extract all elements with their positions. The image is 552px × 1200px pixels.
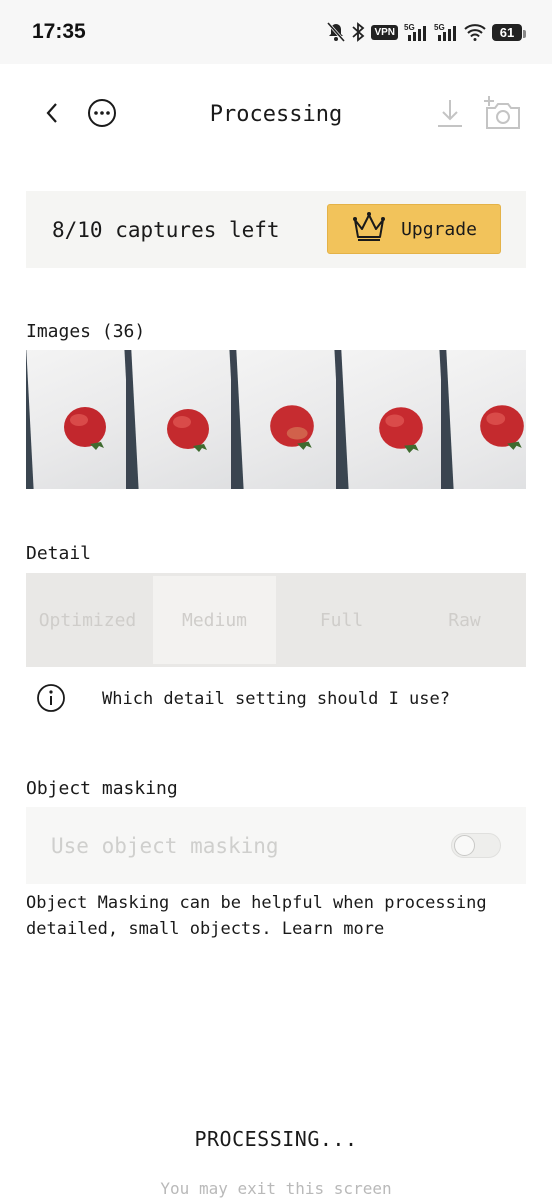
images-section-label: Images (36) xyxy=(26,321,146,342)
battery-icon: 61 xyxy=(492,23,526,41)
image-thumbnail[interactable] xyxy=(446,350,526,489)
add-capture-button[interactable] xyxy=(478,92,526,136)
object-masking-toggle[interactable] xyxy=(451,833,501,858)
detail-option-optimized[interactable]: Optimized xyxy=(26,576,149,664)
status-icons: VPN 5G 5G 61 xyxy=(327,22,526,42)
status-bar: 17:35 VPN 5G 5G 61 xyxy=(0,0,552,64)
upgrade-button[interactable]: Upgrade xyxy=(327,204,501,254)
top-app-bar: Processing xyxy=(0,64,552,168)
detail-segmented-control: Optimized Medium Full Raw xyxy=(26,573,526,667)
detail-help-link[interactable]: Which detail setting should I use? xyxy=(36,683,450,717)
detail-section-label: Detail xyxy=(26,543,92,564)
image-thumbnail[interactable] xyxy=(236,350,336,489)
image-thumbnail[interactable] xyxy=(341,350,441,489)
info-icon xyxy=(36,683,66,717)
upgrade-card: 8/10 captures left Upgrade xyxy=(26,191,526,268)
status-time: 17:35 xyxy=(32,20,86,43)
svg-text:5G: 5G xyxy=(434,23,445,32)
add-camera-icon xyxy=(481,94,523,134)
signal-5g-icon: 5G xyxy=(434,22,458,42)
bluetooth-icon xyxy=(351,22,365,42)
detail-option-raw[interactable]: Raw xyxy=(403,576,526,664)
object-masking-section-label: Object masking xyxy=(26,778,178,799)
bell-off-icon xyxy=(327,22,346,42)
object-masking-description-text: Object Masking can be helpful when proce… xyxy=(26,893,487,939)
processing-status: PROCESSING... xyxy=(194,1127,358,1151)
exit-hint: You may exit this screen xyxy=(160,1179,392,1198)
download-icon xyxy=(435,97,465,133)
signal-5g-icon: 5G xyxy=(404,22,428,42)
crown-icon xyxy=(351,211,387,247)
image-thumbnail-strip[interactable] xyxy=(26,350,526,489)
object-masking-description: Object Masking can be helpful when proce… xyxy=(26,890,526,942)
download-button[interactable] xyxy=(430,95,470,135)
object-masking-card: Use object masking xyxy=(26,807,526,884)
learn-more-link[interactable]: Learn more xyxy=(282,919,384,939)
wifi-icon xyxy=(464,23,486,41)
detail-option-full[interactable]: Full xyxy=(280,576,403,664)
image-thumbnail[interactable] xyxy=(26,350,126,489)
captures-left-text: 8/10 captures left xyxy=(52,218,280,242)
toggle-knob xyxy=(454,835,475,856)
detail-help-text: Which detail setting should I use? xyxy=(102,689,450,709)
vpn-icon: VPN xyxy=(371,24,398,40)
detail-option-medium[interactable]: Medium xyxy=(153,576,276,664)
svg-text:5G: 5G xyxy=(404,23,415,32)
upgrade-label: Upgrade xyxy=(401,218,477,240)
object-masking-toggle-label: Use object masking xyxy=(51,834,279,858)
image-thumbnail[interactable] xyxy=(131,350,231,489)
